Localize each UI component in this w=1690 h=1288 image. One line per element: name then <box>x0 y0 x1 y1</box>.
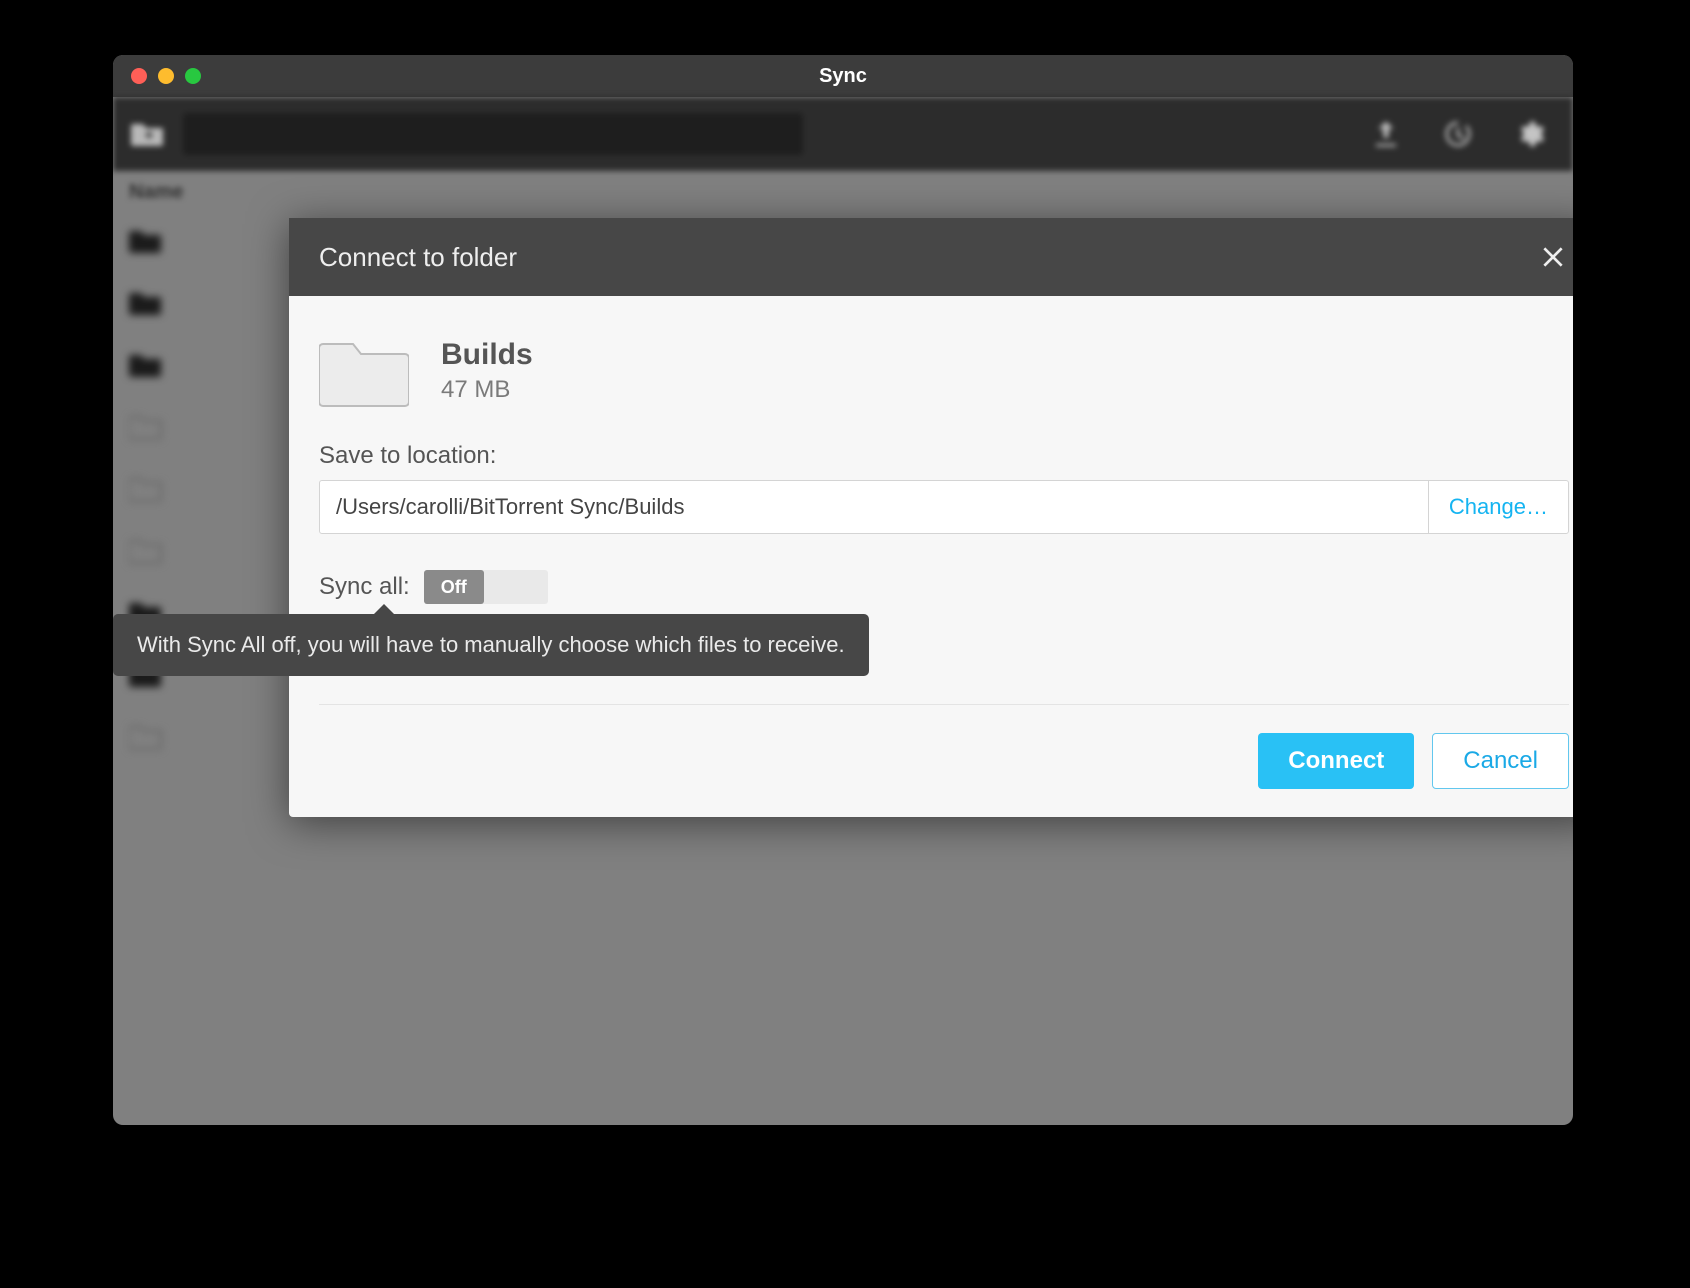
gear-icon[interactable] <box>1515 119 1545 149</box>
dialog-header: Connect to folder <box>289 218 1573 296</box>
window-maximize-button[interactable] <box>185 68 201 84</box>
cancel-button[interactable]: Cancel <box>1432 733 1569 789</box>
divider <box>319 704 1569 705</box>
dialog-title: Connect to folder <box>319 242 517 273</box>
sync-all-toggle[interactable]: Off <box>424 570 548 604</box>
search-input[interactable] <box>183 113 803 155</box>
window-minimize-button[interactable] <box>158 68 174 84</box>
folder-info: Builds 47 MB <box>319 334 1569 408</box>
sync-all-label: Sync all: <box>319 573 410 601</box>
sync-all-tooltip: With Sync All off, you will have to manu… <box>113 614 869 676</box>
connect-folder-dialog: Connect to folder Builds 47 MB Save to l… <box>289 218 1573 817</box>
location-input[interactable] <box>320 481 1428 533</box>
location-label: Save to location: <box>319 442 1569 470</box>
add-folder-icon[interactable] <box>131 120 165 148</box>
folder-icon <box>319 334 409 408</box>
toolbar <box>113 97 1573 171</box>
window-close-button[interactable] <box>131 68 147 84</box>
location-row: Change… <box>319 480 1569 534</box>
folder-size: 47 MB <box>441 376 533 404</box>
column-header-name[interactable]: Name <box>119 175 1573 210</box>
window-controls <box>113 68 201 84</box>
folder-name: Builds <box>441 338 533 372</box>
dialog-actions: Connect Cancel <box>319 733 1569 789</box>
share-icon[interactable] <box>1371 119 1401 149</box>
change-location-button[interactable]: Change… <box>1428 481 1568 533</box>
connect-button[interactable]: Connect <box>1258 733 1414 789</box>
app-window: Sync Name <box>113 55 1573 1125</box>
window-title: Sync <box>113 65 1573 88</box>
sync-all-row: Sync all: Off <box>319 570 1569 604</box>
toggle-state: Off <box>424 570 484 604</box>
close-button[interactable] <box>1537 241 1569 273</box>
history-icon[interactable] <box>1443 119 1473 149</box>
titlebar: Sync <box>113 55 1573 97</box>
